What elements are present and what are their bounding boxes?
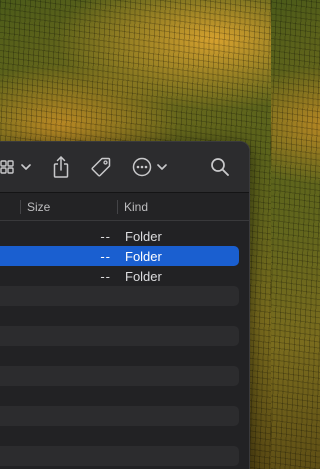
view-options-menu-button[interactable] (20, 161, 32, 173)
more-actions-menu-button[interactable] (156, 161, 168, 173)
column-header-size[interactable]: Size (27, 200, 50, 214)
list-item-selected[interactable]: -- Folder (0, 246, 239, 266)
share-button[interactable] (50, 154, 72, 180)
more-icon (132, 157, 152, 177)
share-icon (53, 156, 69, 178)
empty-row (0, 366, 239, 386)
column-divider[interactable] (117, 200, 118, 214)
list-item[interactable]: -- Folder (0, 266, 239, 286)
tags-button[interactable] (89, 155, 113, 179)
item-kind: Folder (125, 249, 162, 264)
empty-row (0, 306, 239, 326)
column-header-kind[interactable]: Kind (124, 200, 148, 214)
view-options-button[interactable] (0, 156, 16, 178)
column-header-row: Size Kind (0, 193, 249, 221)
toolbar (0, 142, 249, 193)
empty-row (0, 326, 239, 346)
empty-row (0, 406, 239, 426)
search-button[interactable] (209, 156, 231, 178)
chevron-down-icon (21, 163, 31, 170)
column-divider[interactable] (20, 200, 21, 214)
empty-row (0, 426, 239, 446)
item-kind: Folder (125, 269, 162, 284)
chevron-down-icon (157, 163, 167, 170)
search-icon (211, 158, 229, 176)
more-actions-button[interactable] (131, 156, 153, 178)
list-item[interactable]: -- Folder (0, 226, 239, 246)
tag-icon (91, 157, 111, 177)
empty-row (0, 446, 239, 466)
empty-row (0, 386, 239, 406)
finder-window: Size Kind -- Folder -- Folder -- Folder (0, 141, 250, 469)
item-size: -- (100, 229, 111, 244)
empty-row (0, 286, 239, 306)
item-kind: Folder (125, 229, 162, 244)
item-size: -- (100, 269, 111, 284)
item-size: -- (100, 249, 111, 264)
empty-row (0, 346, 239, 366)
view-grid-icon (0, 160, 14, 174)
